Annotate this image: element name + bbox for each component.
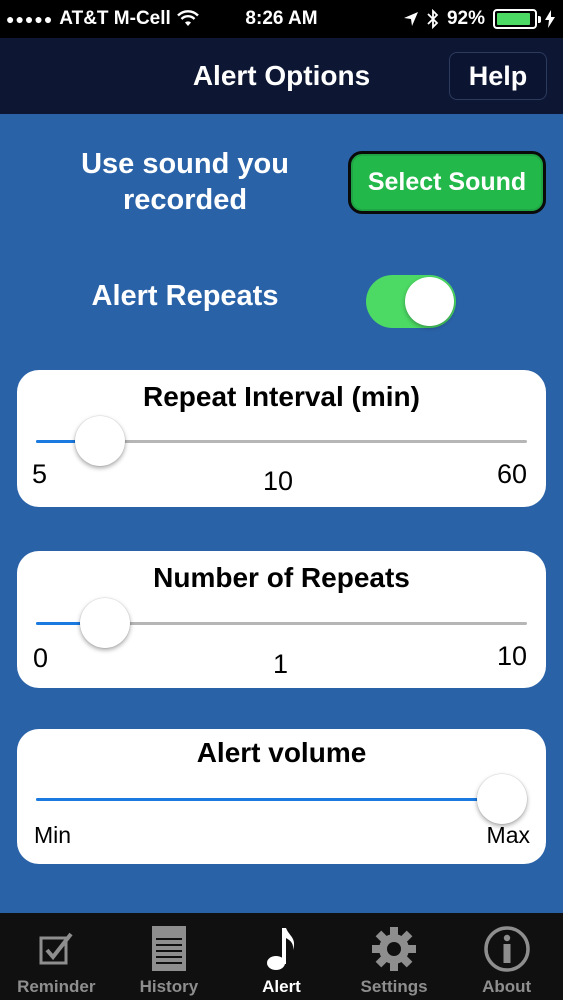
tab-about[interactable]: About (450, 913, 563, 1000)
alert-volume-max-label: Max (486, 822, 530, 848)
navigation-bar: Alert Options Help (0, 38, 563, 114)
number-of-repeats-card: Number of Repeats 0 1 10 (17, 551, 546, 688)
repeat-interval-value-label: 10 (263, 466, 294, 496)
tab-label: About (482, 977, 532, 996)
tab-alert[interactable]: Alert (225, 913, 338, 1000)
number-of-repeats-max-label: 10 (496, 641, 527, 671)
alert-volume-slider-track[interactable] (36, 798, 527, 801)
gear-icon (372, 927, 417, 971)
battery-icon (493, 9, 541, 29)
number-of-repeats-value-label: 1 (273, 649, 289, 679)
alert-volume-title: Alert volume (196, 737, 367, 768)
tab-label: Alert (262, 977, 301, 996)
slider-fill (36, 798, 503, 801)
repeat-interval-slider-thumb[interactable] (74, 416, 125, 466)
sound-label: Use sound you recorded (81, 148, 289, 216)
help-button[interactable]: Help (449, 52, 547, 100)
checkbox-icon (39, 932, 73, 965)
repeat-interval-max-label: 60 (496, 459, 527, 489)
music-note-icon (267, 928, 295, 970)
tab-label: Reminder (17, 977, 96, 996)
tab-label: History (139, 977, 199, 996)
alert-volume-card: Alert volume Min Max (17, 729, 546, 864)
battery-percent: 92% (446, 8, 485, 29)
charging-bolt-icon (545, 10, 555, 28)
tab-history[interactable]: History (113, 913, 226, 1000)
bluetooth-icon (427, 9, 439, 29)
number-of-repeats-slider-thumb[interactable] (79, 598, 130, 648)
location-arrow-icon (403, 12, 418, 26)
alert-repeats-label: Alert Repeats (91, 280, 279, 312)
battery-fill (497, 13, 531, 25)
alert-volume-slider-thumb[interactable] (477, 774, 528, 824)
number-of-repeats-title: Number of Repeats (153, 562, 410, 593)
tab-bar: Reminder History Alert Settings About (0, 913, 563, 1000)
alert-volume-min-label: Min (34, 822, 72, 848)
toggle-knob[interactable] (405, 277, 454, 326)
info-icon (483, 926, 530, 972)
repeat-interval-min-label: 5 (32, 459, 48, 489)
repeat-interval-title: Repeat Interval (min) (143, 381, 420, 412)
number-of-repeats-min-label: 0 (33, 643, 49, 673)
status-bar: ●●●●● AT&T M-Cell 8:26 AM 92% (0, 0, 563, 38)
repeat-interval-card: Repeat Interval (min) 5 10 60 (17, 370, 546, 507)
tab-settings[interactable]: Settings (338, 913, 451, 1000)
tab-reminder[interactable]: Reminder (0, 913, 113, 1000)
select-sound-button[interactable]: Select Sound (348, 151, 546, 214)
alert-repeats-toggle[interactable] (366, 275, 456, 328)
notepad-icon (151, 926, 186, 971)
tab-label: Settings (360, 977, 428, 996)
